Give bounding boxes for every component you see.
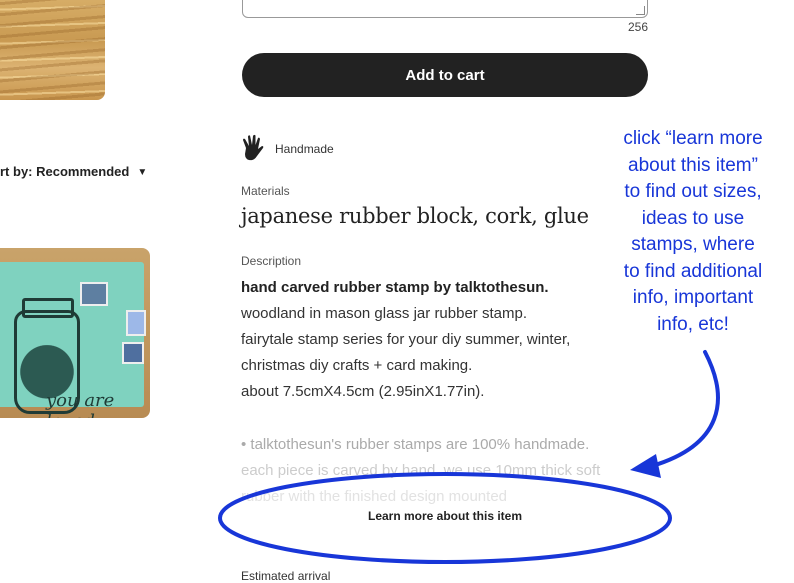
postage-stamp — [122, 342, 144, 364]
sort-dropdown[interactable]: rt by: Recommended ▼ — [0, 164, 147, 179]
annotation-text: click “learn more about this item” to fi… — [623, 128, 763, 335]
caret-down-icon: ▼ — [137, 167, 148, 178]
add-to-cart-button[interactable]: Add to cart — [242, 53, 648, 97]
materials-heading: Materials — [241, 184, 290, 198]
personalization-textarea[interactable] — [242, 0, 648, 18]
description-line: woodland in mason glass jar rubber stamp… — [241, 305, 527, 322]
materials-value: japanese rubber block, cork, glue — [241, 204, 589, 228]
description-line: christmas diy crafts + card making. — [241, 357, 473, 374]
annotation-arrow — [650, 350, 720, 468]
arrow-head-icon — [630, 454, 661, 478]
listing-thumbnail-wood[interactable] — [0, 0, 105, 100]
character-count: 256 — [627, 20, 648, 34]
listing-photo-stamp-card[interactable]: you are loved — [0, 248, 150, 418]
hand-icon — [243, 134, 264, 161]
description-heading: Description — [241, 254, 302, 268]
description-line: fairytale stamp series for your diy summ… — [241, 331, 571, 348]
sort-label: rt by: Recommended — [0, 164, 130, 179]
description-line: about 7.5cmX4.5cm (2.95inX1.77in). — [241, 383, 485, 400]
description-line: • talktothesun's rubber stamps are 100% … — [241, 436, 590, 453]
card-script-text: you are loved — [46, 390, 115, 418]
handmade-label: Handmade — [275, 142, 334, 156]
learn-more-button[interactable]: Learn more about this item — [330, 505, 560, 527]
description-line: hand carved rubber stamp by talktothesun… — [241, 279, 549, 296]
envelope-card: you are loved — [0, 262, 146, 418]
resize-handle-icon[interactable] — [636, 6, 645, 15]
description-line: rubber with the finished design mounted — [241, 488, 508, 505]
description-line: each piece is carved by hand. we use 10m… — [241, 462, 601, 479]
postage-stamp — [126, 310, 146, 336]
postage-stamp — [80, 282, 108, 306]
